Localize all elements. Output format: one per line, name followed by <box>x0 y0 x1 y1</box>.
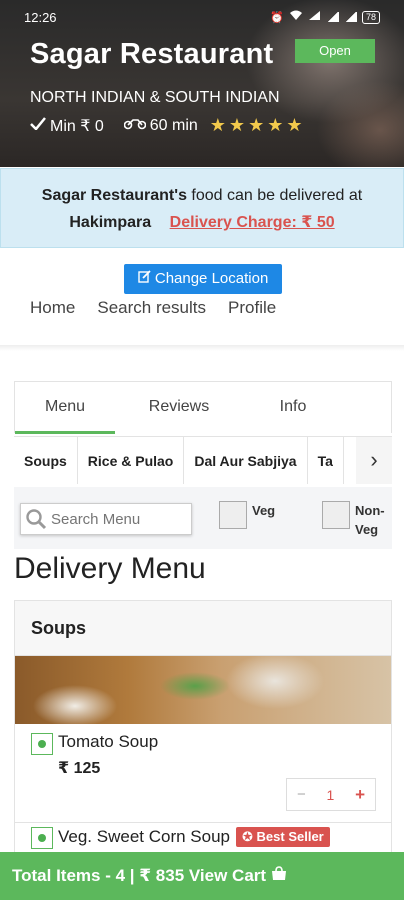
delivery-info-box: Sagar Restaurant's food can be delivered… <box>0 168 404 248</box>
edit-icon <box>137 270 155 287</box>
star-icon: ★ <box>267 115 284 135</box>
breadcrumb-profile[interactable]: Profile <box>228 298 276 318</box>
item-name: Tomato Soup <box>58 732 159 751</box>
status-bar: 12:26 ⏰ 78 <box>0 0 404 34</box>
star-icon: ★ <box>228 115 246 135</box>
status-time: 12:26 <box>24 9 57 25</box>
breadcrumb: Home Search results Profile <box>30 298 276 318</box>
category-soups[interactable]: Soups <box>14 437 78 484</box>
certificate-icon: ✪ <box>242 829 253 844</box>
signal-icon-2 <box>343 12 357 22</box>
star-icon: ★ <box>286 115 303 135</box>
delivery-time: 60 min <box>149 116 198 134</box>
tab-reviews[interactable]: Reviews <box>115 382 243 433</box>
section-food-image <box>15 656 391 724</box>
search-icon <box>21 504 51 534</box>
chevron-right-icon[interactable]: › <box>356 437 392 484</box>
breadcrumb-search-results[interactable]: Search results <box>97 298 206 318</box>
veg-checkbox[interactable] <box>219 501 247 529</box>
delivery-location: Hakimpara <box>69 214 152 231</box>
filter-row: Veg Non-Veg <box>14 487 392 549</box>
cart-summary: Total Items - 4 | ₹ 835 View Cart <box>12 866 267 885</box>
change-location-label: Change Location <box>154 270 269 287</box>
volte-icon <box>308 10 321 24</box>
star-icon: ★ <box>248 115 265 135</box>
veg-indicator-icon <box>31 733 53 755</box>
status-icons: ⏰ 78 <box>270 10 380 24</box>
category-truncated[interactable]: Ta <box>308 437 344 484</box>
veg-label: Veg <box>252 503 276 518</box>
menu-item: Veg. Sweet Corn Soup ✪ Best Seller <box>14 823 392 853</box>
battery-icon: 78 <box>361 10 380 24</box>
category-rice-pulao[interactable]: Rice & Pulao <box>78 437 185 484</box>
rating-stars: ★ ★ ★ ★ ★ <box>210 115 303 136</box>
restaurant-meta: Min ₹ 0 60 min ★ ★ ★ ★ ★ <box>30 115 302 136</box>
tab-menu[interactable]: Menu <box>15 382 115 434</box>
signal-icon <box>325 12 339 22</box>
decrement-button[interactable]: − <box>297 786 306 803</box>
search-menu-input[interactable] <box>51 510 181 528</box>
menu-tabs: Menu Reviews Info <box>14 381 392 434</box>
restaurant-page: 12:26 ⏰ 78 Sagar Restaurant Open NORTH I… <box>0 0 404 900</box>
restaurant-name: Sagar Restaurant <box>30 38 274 70</box>
tab-info[interactable]: Info <box>243 382 343 433</box>
veg-indicator-icon <box>31 827 53 849</box>
shopping-bag-icon <box>271 866 287 885</box>
cuisine-label: NORTH INDIAN & SOUTH INDIAN <box>30 89 280 106</box>
section-divider <box>0 345 404 351</box>
best-seller-badge: ✪ Best Seller <box>236 827 330 847</box>
quantity-value: 1 <box>326 786 335 803</box>
quantity-stepper: − 1 + <box>286 778 376 811</box>
alarm-icon: ⏰ <box>270 11 284 24</box>
change-location-button[interactable]: Change Location <box>124 264 282 294</box>
open-status-badge: Open <box>295 39 375 63</box>
star-icon: ★ <box>209 115 226 135</box>
best-seller-label: Best Seller <box>256 829 324 844</box>
delivery-text: food can be delivered at <box>191 187 363 204</box>
delivery-charge-link[interactable]: Delivery Charge: ₹ 50 <box>170 214 335 231</box>
nonveg-checkbox[interactable] <box>322 501 350 529</box>
menu-item: Tomato Soup ₹ 125 − 1 + <box>14 728 392 823</box>
item-price: ₹ 125 <box>58 760 101 777</box>
min-order: Min ₹ 0 <box>50 117 104 135</box>
section-title: Soups <box>15 601 391 656</box>
nonveg-label: Non-Veg <box>355 503 385 537</box>
increment-button[interactable]: + <box>355 785 365 805</box>
delivery-menu-title: Delivery Menu <box>14 552 206 585</box>
search-box <box>20 503 192 535</box>
category-dal-aur-sabjiya[interactable]: Dal Aur Sabjiya <box>184 437 308 484</box>
wifi-icon <box>289 10 303 24</box>
delivery-restaurant-name: Sagar Restaurant's <box>41 187 187 204</box>
category-bar: Soups Rice & Pulao Dal Aur Sabjiya Ta › <box>14 436 392 484</box>
restaurant-hero: 12:26 ⏰ 78 Sagar Restaurant Open NORTH I… <box>0 0 404 167</box>
motorbike-icon <box>123 116 147 135</box>
item-name: Veg. Sweet Corn Soup <box>58 827 231 846</box>
view-cart-bar[interactable]: Total Items - 4 | ₹ 835 View Cart <box>0 852 404 900</box>
check-icon <box>30 116 46 135</box>
breadcrumb-home[interactable]: Home <box>30 298 75 318</box>
